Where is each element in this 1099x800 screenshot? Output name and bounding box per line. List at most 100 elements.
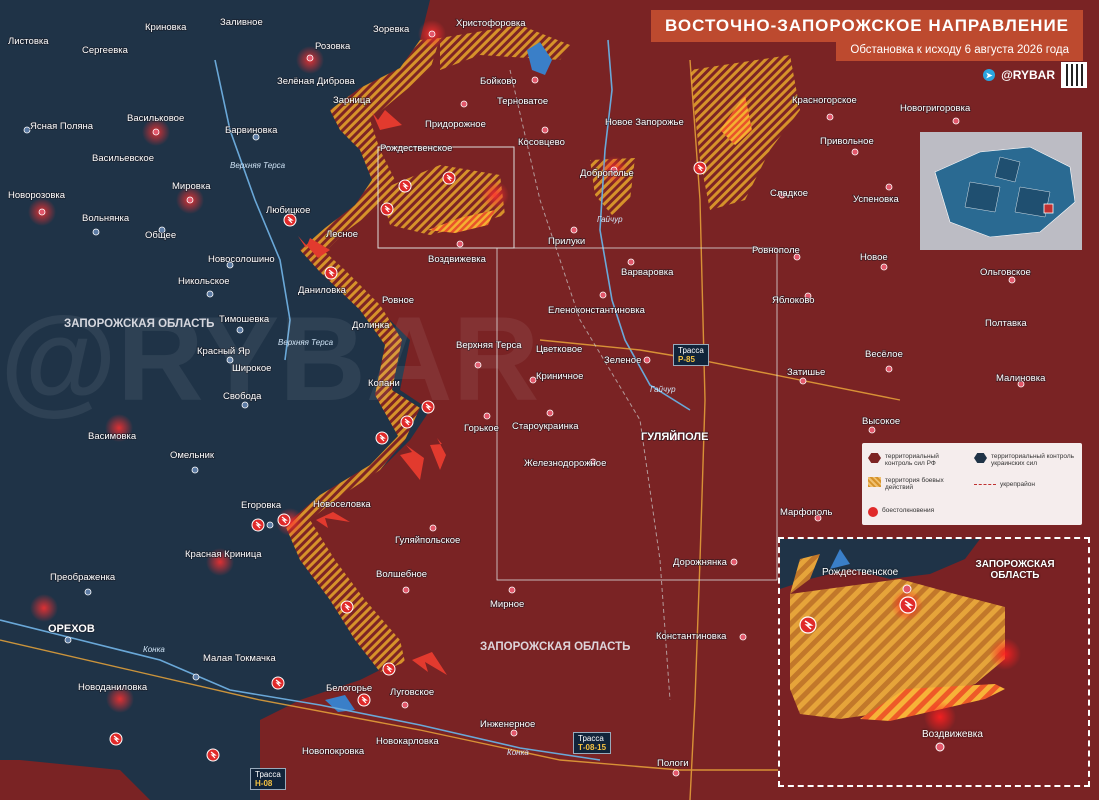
clash-icon (271, 676, 285, 690)
place-label: Заливное (220, 17, 263, 28)
border-swatch (974, 484, 996, 485)
combat-swatch (868, 477, 881, 487)
ua-swatch (974, 453, 987, 463)
place-label: Новокарловка (376, 736, 439, 747)
place-label: Бойково (480, 76, 517, 87)
place-label: Любицкое (266, 205, 310, 216)
clash-swatch-icon (868, 507, 878, 517)
brand-name: @RYBAR (1001, 68, 1055, 82)
place-label: Еленоконстантиновка (548, 305, 646, 316)
place-label: Новоселовка (313, 499, 371, 510)
place-label-city: ОРЕХОВ (48, 623, 95, 635)
river-label: Гайчур (597, 215, 623, 224)
brand: ➤ @RYBAR (983, 62, 1087, 88)
place-label: Красногорское (792, 95, 857, 106)
place-label: Гуляйпольское (395, 535, 460, 546)
region-label-center: ЗАПОРОЖСКАЯ ОБЛАСТЬ (480, 641, 630, 653)
place-label: Криничное (536, 371, 583, 382)
highway-badge-h08: Трасса Н-08 (250, 768, 286, 790)
place-label: Константиновка (656, 631, 727, 642)
place-label: Красная Криница (185, 549, 262, 560)
clash-icon (109, 732, 123, 746)
river-label: Конка (143, 645, 165, 654)
place-label: Васильковое (127, 113, 184, 124)
clash-icon (693, 161, 707, 175)
highway-badge-p85: Трасса Р-85 (673, 344, 709, 366)
place-label: Христофоровка (456, 18, 526, 29)
place-label: Новогригоровка (900, 103, 971, 114)
place-label: Цветковое (536, 344, 582, 355)
watermark: @RYBAR (0, 292, 540, 426)
place-label: Новорозовка (8, 190, 66, 201)
place-label: Пологи (657, 758, 689, 769)
legend: территориальный контроль сил РФ территор… (862, 443, 1082, 525)
place-label: Затишье (787, 367, 825, 378)
place-label: Зеленое (604, 355, 641, 366)
legend-item-ua: территориальный контроль украинских сил (974, 453, 1078, 467)
map-header: ВОСТОЧНО-ЗАПОРОЖСКОЕ НАПРАВЛЕНИЕ Обстано… (651, 10, 1083, 61)
place-label: Розовка (315, 41, 351, 52)
place-label: Косовцево (518, 137, 565, 148)
place-label: Зарница (333, 95, 371, 106)
clash-icon (206, 748, 220, 762)
place-label: Сергеевка (82, 45, 129, 56)
place-label: Васимовка (88, 431, 137, 442)
place-label: Терноватое (497, 96, 548, 107)
place-label: Зелёная Диброва (277, 76, 356, 87)
minimap-svg (934, 146, 1076, 238)
place-label: Воздвижевка (428, 254, 487, 265)
place-label: Успеновка (853, 194, 900, 205)
place-label: Общее (145, 230, 176, 241)
place-label: Сладкое (770, 188, 808, 199)
telegram-icon: ➤ (983, 69, 996, 81)
place-label: Криновка (145, 22, 187, 33)
place-label: Новопокровка (302, 746, 365, 757)
map-title: ВОСТОЧНО-ЗАПОРОЖСКОЕ НАПРАВЛЕНИЕ (651, 10, 1083, 42)
place-label: Новоданиловка (78, 682, 148, 693)
place-label: Малая Токмачка (203, 653, 276, 664)
place-label: Мировка (172, 181, 211, 192)
clash-icon (324, 266, 338, 280)
place-label: Варваровка (621, 267, 674, 278)
place-label: Малиновка (996, 373, 1046, 384)
river-label: Гайчур (650, 385, 676, 394)
place-label: Белогорье (326, 683, 372, 694)
place-label: Листовка (8, 36, 49, 47)
place-label: Васильевское (92, 153, 154, 164)
place-label: Весёлое (865, 349, 903, 360)
clash-icon (340, 600, 354, 614)
place-label: Полтавка (985, 318, 1027, 329)
place-label-city: ГУЛЯЙПОЛЕ (641, 430, 708, 443)
place-label: Барвиновка (225, 125, 278, 136)
clash-icon (442, 171, 456, 185)
clash-icon (380, 202, 394, 216)
place-label: Ясная Поляна (30, 121, 94, 132)
place-label: Мирное (490, 599, 524, 610)
clash-icon (398, 179, 412, 193)
river-label: Верхняя Терса (230, 161, 286, 170)
clash-icon (375, 431, 389, 445)
place-label: Яблоково (772, 295, 815, 306)
qr-code-icon (1061, 62, 1087, 88)
place-label: Луговское (390, 687, 434, 698)
place-label: Зоревка (373, 24, 410, 35)
clash-icon (277, 513, 291, 527)
place-label: Егоровка (241, 500, 282, 511)
place-label: Придорожное (425, 119, 486, 130)
place-label: Доброполье (580, 168, 634, 179)
place-label: Омельник (170, 450, 215, 461)
place-label: Новое Запорожье (605, 117, 684, 128)
place-label: Марфополь (780, 507, 832, 518)
map-subtitle: Обстановка к исходу 6 августа 2026 года (836, 42, 1083, 61)
place-label: Новосолошино (208, 254, 275, 265)
place-label: Инженерное (480, 719, 535, 730)
place-label: Прилуки (548, 236, 585, 247)
legend-item-combat: территория боевых действий (868, 477, 964, 491)
place-label: Лесное (326, 229, 358, 240)
place-label: Железнодорожное (524, 458, 606, 469)
legend-item-rf: территориальный контроль сил РФ (868, 453, 964, 467)
place-label: Преображенка (50, 572, 116, 583)
inset-label-vozdvizhevka: Воздвижевка (922, 729, 983, 740)
place-label: Привольное (820, 136, 874, 147)
legend-item-clash: боестолкновения (868, 507, 964, 517)
